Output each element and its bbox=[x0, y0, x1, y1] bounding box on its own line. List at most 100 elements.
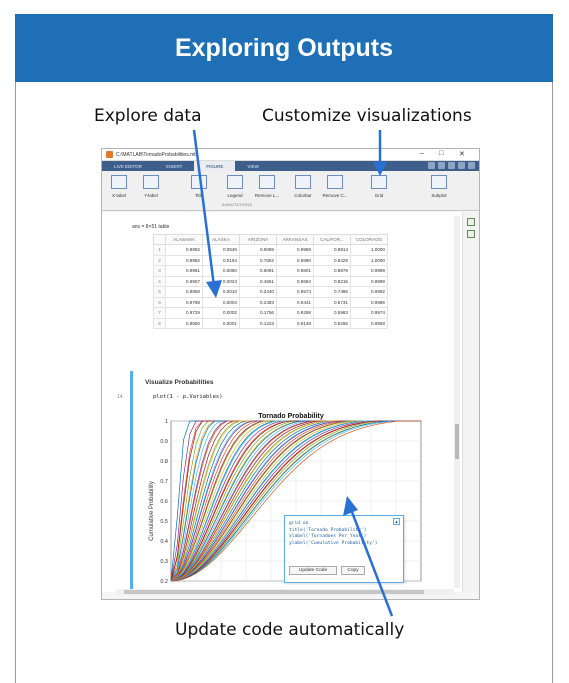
table-cell[interactable]: 0.9801 bbox=[276, 265, 314, 277]
undo-icon[interactable] bbox=[438, 162, 445, 169]
table-cell[interactable]: 0.9574 bbox=[276, 286, 314, 298]
table-cell[interactable]: 0.6731 bbox=[313, 296, 351, 308]
remove-legend-icon bbox=[259, 175, 275, 189]
table-cell[interactable]: 0.7486 bbox=[313, 286, 351, 298]
table-cell[interactable]: 0.3440 bbox=[239, 286, 277, 298]
table-cell[interactable]: 0.9992 bbox=[350, 286, 388, 298]
xlabel-button[interactable]: X-label bbox=[104, 175, 134, 198]
output-right-icon[interactable] bbox=[467, 230, 475, 238]
table-header[interactable]: COLORADO bbox=[350, 234, 388, 245]
editor-vertical-scrollbar[interactable] bbox=[454, 216, 460, 588]
table-header[interactable]: CALIFOR... bbox=[313, 234, 351, 245]
row-index: 1 bbox=[153, 244, 166, 256]
table-cell[interactable]: 0.9694 bbox=[276, 275, 314, 287]
table-cell[interactable]: 0.9089 bbox=[239, 244, 277, 256]
vertical-scroll-thumb[interactable] bbox=[455, 424, 459, 459]
colorbar-button[interactable]: Colorbar bbox=[288, 175, 318, 198]
table-cell[interactable]: 0.9729 bbox=[165, 307, 203, 319]
legend-label: Legend bbox=[227, 193, 243, 198]
table-cell[interactable]: 0.6091 bbox=[239, 265, 277, 277]
table-cell[interactable]: 1.0000 bbox=[350, 254, 388, 266]
table-cell[interactable]: 0.9999 bbox=[350, 275, 388, 287]
table-cell[interactable]: 0.9999 bbox=[350, 265, 388, 277]
customize-arrow bbox=[373, 130, 387, 176]
tab-live-editor[interactable]: LIVE EDITOR bbox=[102, 161, 154, 171]
row-index: 6 bbox=[153, 296, 166, 308]
minimize-button[interactable]: – bbox=[420, 150, 424, 157]
ribbon-tabbar: LIVE EDITOR INSERT FIGURE VIEW bbox=[102, 161, 479, 171]
table-cell[interactable]: 0.2483 bbox=[239, 296, 277, 308]
table-cell[interactable]: 0.9959 bbox=[276, 244, 314, 256]
table-header[interactable]: ARIZONA bbox=[239, 234, 277, 245]
subplot-icon bbox=[431, 175, 447, 189]
table-cell[interactable]: 0.1756 bbox=[239, 307, 277, 319]
matlab-app-icon bbox=[106, 151, 113, 158]
y-tick-label: 0.7 bbox=[160, 479, 168, 485]
table-header[interactable]: ARKANSAS bbox=[276, 234, 314, 245]
row-index: 4 bbox=[153, 275, 166, 287]
matlab-window: C:\MATLAB\TornadoProbabilities.mlx – □ ✕… bbox=[101, 148, 480, 600]
table-cell[interactable]: 0.9441 bbox=[276, 296, 314, 308]
table-cell[interactable]: 0.0001 bbox=[202, 317, 240, 329]
maximize-button[interactable]: □ bbox=[439, 150, 443, 157]
ylabel-icon bbox=[143, 175, 159, 189]
xlabel-label: X-label bbox=[111, 193, 126, 198]
table-cell[interactable]: 0.5983 bbox=[313, 307, 351, 319]
table-cell[interactable]: 0.9958 bbox=[350, 317, 388, 329]
table-cell[interactable]: 0.5266 bbox=[313, 317, 351, 329]
y-axis-label: Cumulative Probability bbox=[149, 481, 155, 541]
close-button[interactable]: ✕ bbox=[459, 150, 465, 158]
remove-colorbar-icon bbox=[327, 175, 343, 189]
y-tick-label: 0.9 bbox=[160, 439, 168, 445]
row-index: 3 bbox=[153, 265, 166, 277]
remove-colorbar-button[interactable]: Remove C... bbox=[320, 175, 350, 198]
subplot-label: Subplot bbox=[431, 193, 447, 198]
table-cell[interactable]: 0.9429 bbox=[313, 254, 351, 266]
grid-label: Grid bbox=[374, 193, 384, 198]
table-cell[interactable]: 0.9298 bbox=[276, 307, 314, 319]
subplot-button[interactable]: Subplot bbox=[424, 175, 454, 198]
redo-icon[interactable] bbox=[448, 162, 455, 169]
xlabel-icon bbox=[111, 175, 127, 189]
line-number: 14 bbox=[117, 394, 123, 400]
tab-view[interactable]: VIEW bbox=[235, 161, 271, 171]
y-tick-label: 1 bbox=[165, 419, 168, 425]
table-cell[interactable]: 0.0002 bbox=[202, 307, 240, 319]
row-index: 5 bbox=[153, 286, 166, 298]
table-row[interactable]: 8 0.9650 0.0001 0.1223 0.9148 0.5266 0.9958 bbox=[153, 317, 388, 329]
remove-legend-button[interactable]: Remove L... bbox=[252, 175, 282, 198]
window-titlebar: C:\MATLAB\TornadoProbabilities.mlx – □ ✕ bbox=[102, 149, 479, 161]
table-cell[interactable]: 0.8879 bbox=[313, 265, 351, 277]
explore-arrow-line bbox=[192, 129, 216, 287]
table-header bbox=[153, 234, 166, 245]
slide-banner: Exploring Outputs bbox=[15, 14, 553, 82]
table-cell[interactable]: 0.9974 bbox=[350, 307, 388, 319]
table-cell[interactable]: 0.1223 bbox=[239, 317, 277, 329]
search-icon[interactable] bbox=[468, 162, 475, 169]
callout-customize-visualizations: Customize visualizations bbox=[262, 106, 472, 126]
y-tick-label: 0.4 bbox=[160, 539, 168, 545]
table-cell[interactable]: 1.0000 bbox=[350, 244, 388, 256]
customize-arrow-head bbox=[373, 162, 387, 176]
update-arrow-head bbox=[343, 496, 358, 516]
table-cell[interactable]: 0.7652 bbox=[239, 254, 277, 266]
y-tick-label: 0.5 bbox=[160, 519, 168, 525]
table-cell[interactable]: 0.9148 bbox=[276, 317, 314, 329]
table-cell[interactable]: 0.9985 bbox=[350, 296, 388, 308]
table-row[interactable]: 7 0.9729 0.0002 0.1756 0.9298 0.5983 0.9974 bbox=[153, 307, 388, 319]
ylabel-label: Y-label bbox=[144, 193, 158, 198]
output-inline-icon[interactable] bbox=[467, 218, 475, 226]
save-icon[interactable] bbox=[428, 162, 435, 169]
ylabel-button[interactable]: Y-label bbox=[136, 175, 166, 198]
table-cell[interactable]: 0.8215 bbox=[313, 275, 351, 287]
help-icon[interactable] bbox=[458, 162, 465, 169]
table-cell[interactable]: 0.9890 bbox=[276, 254, 314, 266]
row-index: 2 bbox=[153, 254, 166, 266]
table-cell[interactable]: 0.9814 bbox=[313, 244, 351, 256]
y-tick-label: 0.6 bbox=[160, 499, 168, 505]
table-cell[interactable]: 0.4651 bbox=[239, 275, 277, 287]
explore-arrow bbox=[192, 129, 222, 298]
code-line[interactable]: plot(1 - p.Variables) bbox=[153, 394, 223, 400]
table-cell[interactable]: 0.9650 bbox=[165, 317, 203, 329]
y-tick-label: 0.2 bbox=[160, 579, 168, 585]
